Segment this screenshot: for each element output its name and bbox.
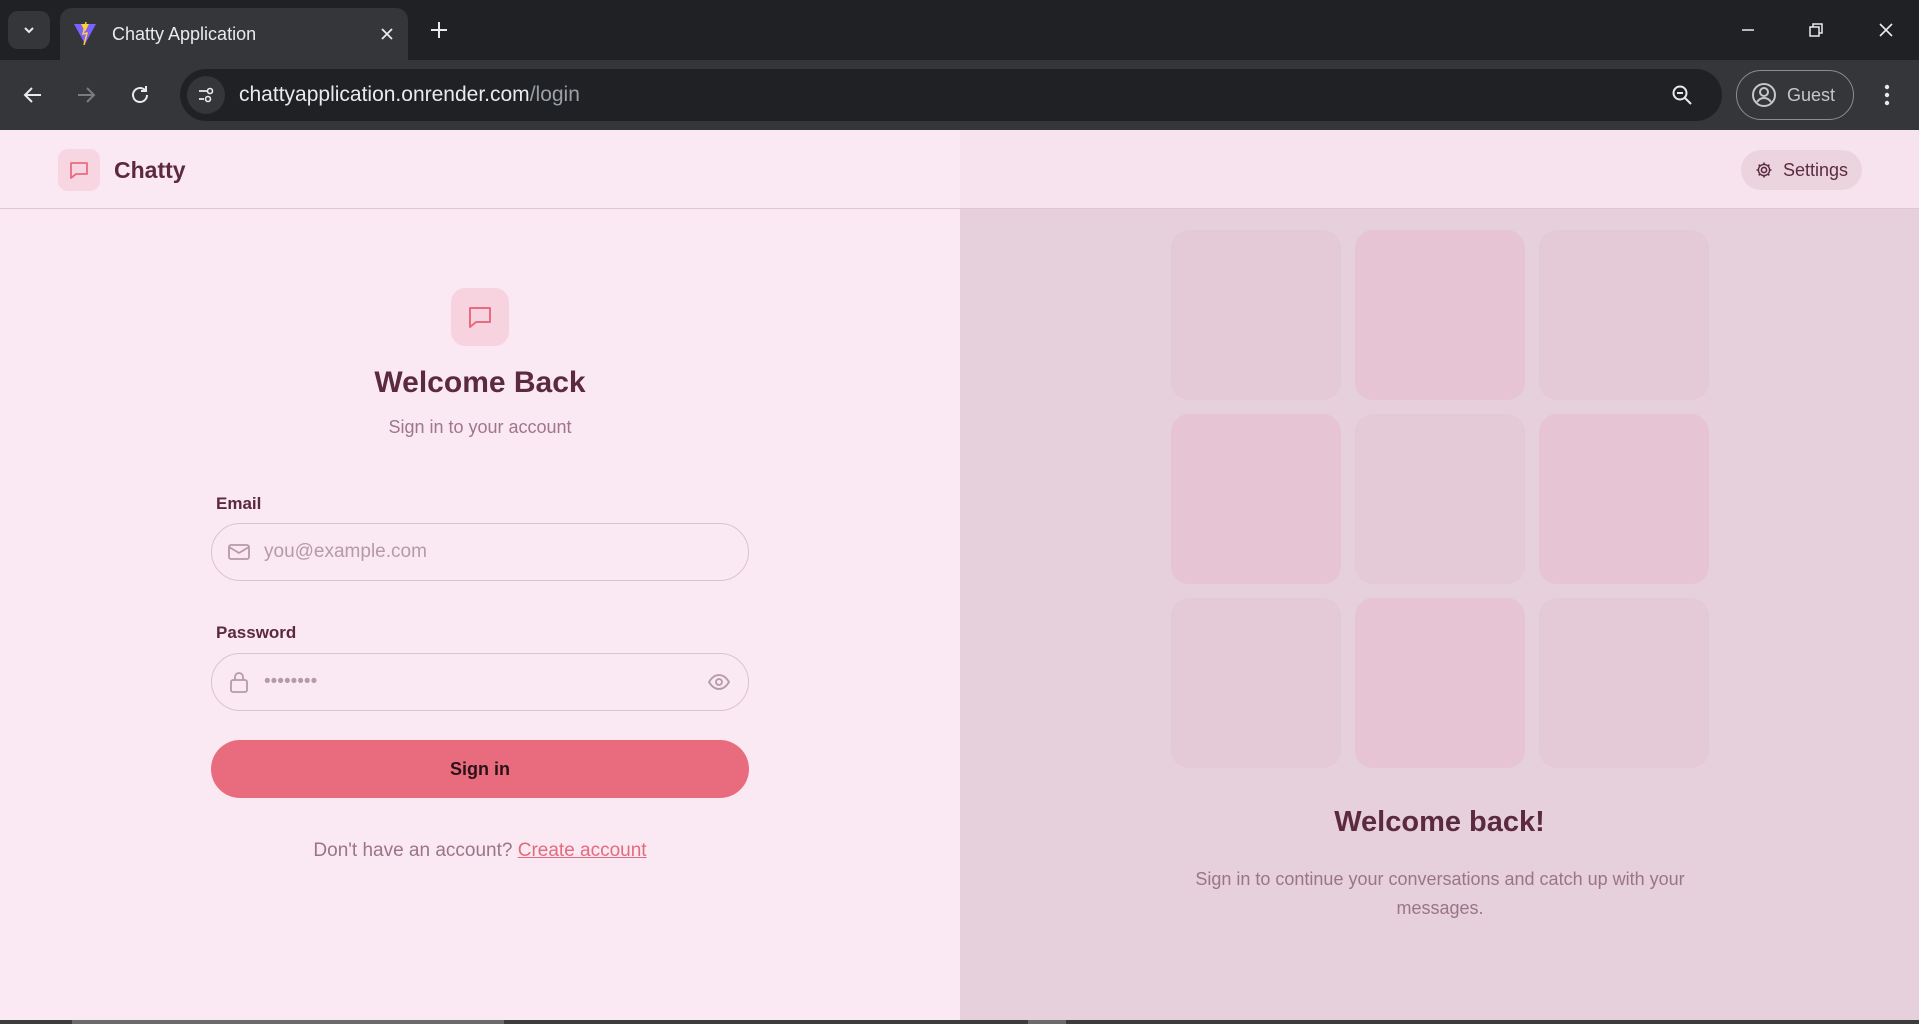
toggle-password-button[interactable] (704, 667, 734, 697)
profile-button[interactable]: Guest (1736, 70, 1854, 120)
pattern-tile (1539, 598, 1709, 768)
restore-icon (1809, 23, 1823, 37)
login-title: Welcome Back (374, 366, 586, 399)
close-window-button[interactable] (1856, 8, 1916, 52)
settings-label: Settings (1782, 159, 1849, 180)
chevron-down-icon (24, 27, 34, 34)
password-field-wrapper (211, 653, 749, 711)
chat-bubble-icon (70, 162, 88, 179)
brand-logo (58, 149, 100, 191)
gear-icon (1756, 162, 1772, 178)
reload-button[interactable] (122, 77, 158, 113)
browser-toolbar: chattyapplication.onrender.com/login Gue… (0, 60, 1919, 130)
pattern-tile (1355, 230, 1525, 400)
plus-icon (431, 22, 447, 38)
url-text: chattyapplication.onrender.com/login (239, 83, 1662, 107)
browser-tabbar: Chatty Application (0, 0, 1919, 60)
app-header: Chatty Settings (0, 130, 1919, 209)
password-field[interactable] (264, 654, 704, 710)
url-path: /login (529, 83, 580, 106)
browser-tab-active[interactable]: Chatty Application (60, 8, 408, 60)
brand-link[interactable]: Chatty (58, 149, 186, 191)
email-field[interactable] (264, 524, 748, 580)
password-label: Password (216, 623, 297, 642)
close-icon (1879, 23, 1893, 37)
pattern-tile (1355, 414, 1525, 584)
minimize-button[interactable] (1718, 8, 1778, 52)
site-info-icon (199, 87, 214, 103)
site-info-button[interactable] (187, 76, 225, 114)
login-logo (451, 288, 509, 346)
forward-icon (78, 87, 96, 103)
new-tab-button[interactable] (422, 13, 456, 47)
promo-subtitle: Sign in to continue your conversations a… (1195, 869, 1685, 918)
signup-prompt: Don't have an account? Create account (0, 840, 960, 862)
settings-button[interactable]: Settings (1741, 150, 1862, 190)
back-icon (23, 87, 41, 103)
chat-bubble-icon (469, 307, 491, 328)
pattern-tile (1355, 598, 1525, 768)
address-bar[interactable]: chattyapplication.onrender.com/login (180, 69, 1722, 121)
close-tab-button[interactable] (372, 19, 402, 49)
zoom-button[interactable] (1662, 75, 1702, 115)
restore-button[interactable] (1786, 8, 1846, 52)
lock-icon (226, 669, 252, 695)
profile-icon (1752, 83, 1776, 107)
sign-in-button[interactable]: Sign in (211, 740, 749, 798)
create-account-link[interactable]: Create account (518, 840, 647, 861)
brand-name: Chatty (114, 156, 186, 183)
pattern-tile (1171, 230, 1341, 400)
email-label: Email (216, 494, 262, 513)
kebab-menu-icon (1884, 84, 1890, 106)
tab-search-button[interactable] (8, 11, 50, 49)
back-button[interactable] (15, 77, 51, 113)
tab-title: Chatty Application (112, 23, 257, 44)
pattern-tile (1539, 414, 1709, 584)
forward-button[interactable] (68, 77, 104, 113)
favicon (74, 21, 96, 46)
browser-menu-button[interactable] (1872, 77, 1902, 113)
signup-prompt-text: Don't have an account? (313, 840, 513, 861)
pattern-tile (1539, 230, 1709, 400)
eye-icon (707, 674, 731, 690)
page: Chatty Settings Welcome Back Sign in to … (0, 130, 1919, 1020)
pattern-tile (1171, 414, 1341, 584)
minimize-icon (1742, 29, 1754, 31)
pattern-tile (1171, 598, 1341, 768)
scrollbar-thumb[interactable] (72, 1020, 504, 1024)
scrollbar-thumb[interactable] (1028, 1020, 1066, 1024)
zoom-icon (1672, 85, 1692, 105)
login-subtitle: Sign in to your account (388, 417, 572, 437)
profile-label: Guest (1787, 84, 1836, 105)
email-field-wrapper (211, 523, 749, 581)
promo-title: Welcome back! (1334, 806, 1545, 838)
reload-icon (132, 86, 148, 103)
url-host: chattyapplication.onrender.com (239, 83, 530, 106)
close-icon (381, 28, 393, 40)
mail-icon (226, 539, 252, 565)
